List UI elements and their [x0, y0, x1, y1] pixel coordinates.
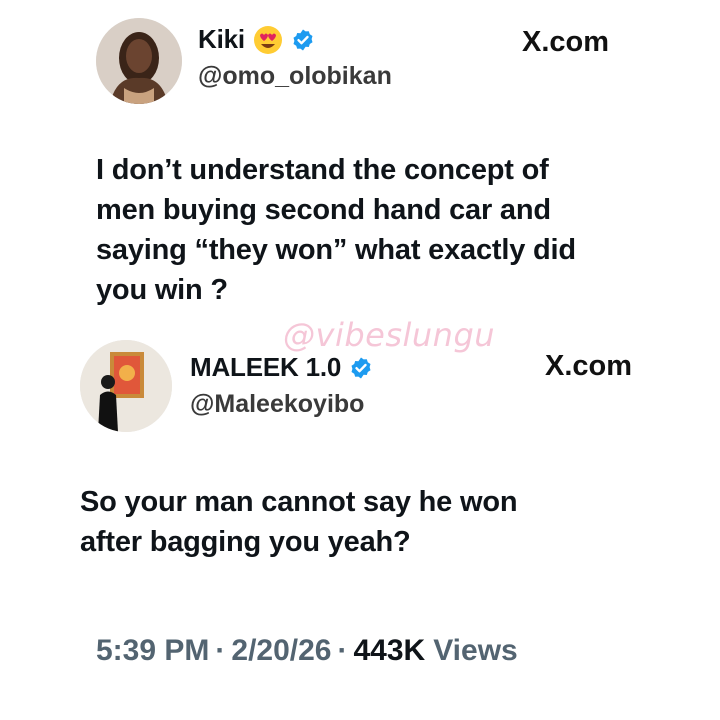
views-label: Views — [433, 634, 518, 667]
tweet-text-line: I don’t understand the concept of — [96, 154, 549, 186]
avatar[interactable] — [96, 18, 182, 104]
tweet-text: I don’t understand the concept of men bu… — [96, 150, 576, 310]
date[interactable]: 2/20/26 — [231, 634, 331, 668]
handle[interactable]: @omo_olobikan — [198, 62, 392, 91]
watermark: @vibeslungu — [283, 316, 496, 354]
separator: · — [215, 634, 226, 667]
tweet-text-line: you win ? — [96, 274, 228, 306]
timestamp[interactable]: 5:39 PM — [96, 634, 209, 668]
verified-badge-icon — [293, 29, 313, 50]
heart-eyes-emoji-icon — [253, 25, 282, 54]
display-name[interactable]: MALEEK 1.0 — [190, 352, 341, 383]
separator: · — [337, 634, 348, 667]
name-line: MALEEK 1.0 — [190, 352, 373, 383]
tweet-text-line: saying “they won” what exactly did — [96, 234, 576, 266]
handle[interactable]: @Maleekoyibo — [190, 390, 364, 419]
avatar[interactable] — [80, 340, 172, 432]
profile-photo-icon — [96, 18, 182, 104]
tweet-text-line: after bagging you yeah? — [80, 526, 411, 558]
verified-badge-icon — [351, 357, 371, 378]
tweet-text-line: men buying second hand car and — [96, 194, 551, 226]
profile-photo-icon — [80, 340, 172, 432]
views-count: 443K — [353, 634, 426, 667]
name-line: Kiki — [198, 24, 315, 55]
tweet-text: So your man cannot say he won after bagg… — [80, 482, 518, 562]
display-name[interactable]: Kiki — [198, 24, 245, 55]
tweet-meta: 5:39 PM · 2/20/26 · 443K Views — [96, 634, 518, 668]
x-logo-site-label: X.com — [522, 26, 610, 58]
tweet-text-line: So your man cannot say he won — [80, 486, 518, 518]
x-logo-site-label: X.com — [545, 350, 633, 382]
